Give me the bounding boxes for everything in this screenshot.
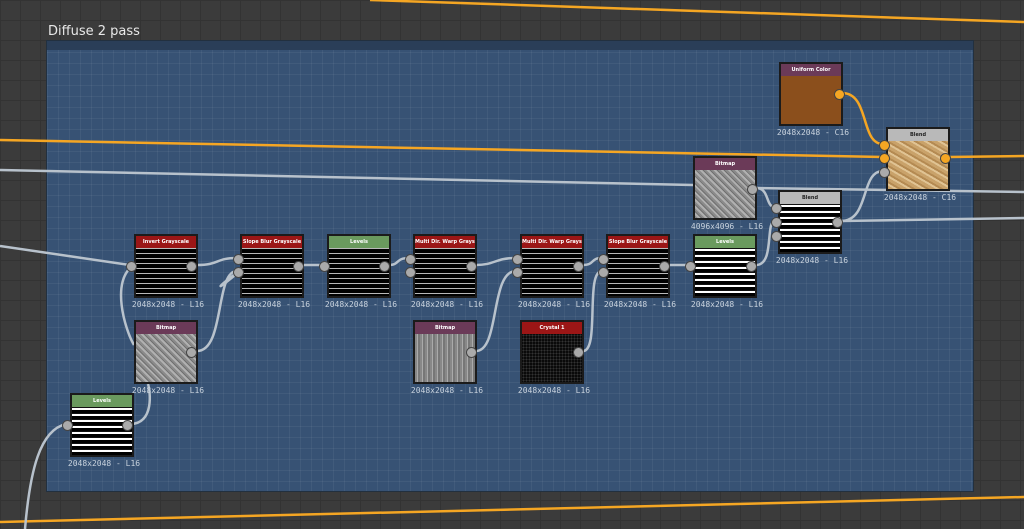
connector-port[interactable] [466, 261, 477, 272]
connector-port[interactable] [771, 217, 782, 228]
node-title: Blend [780, 192, 840, 204]
connector-port[interactable] [122, 420, 133, 431]
node-thumbnail [136, 334, 196, 382]
node-title: Bitmap [136, 322, 196, 334]
connector-port[interactable] [405, 254, 416, 265]
connector-port[interactable] [598, 254, 609, 265]
connector-port[interactable] [293, 261, 304, 272]
connector-port[interactable] [746, 261, 757, 272]
grayscale-wire[interactable] [196, 269, 238, 353]
node-title: Bitmap [415, 322, 475, 334]
node-title: Slope Blur Grayscale [242, 236, 302, 248]
node-resolution: 2048x2048 - L16 [131, 386, 205, 395]
node-resolution: 2048x2048 - L16 [603, 300, 677, 309]
grayscale-wire[interactable] [0, 244, 131, 267]
connector-port[interactable] [512, 254, 523, 265]
connector-port[interactable] [186, 347, 197, 358]
node-thumbnail [781, 76, 841, 124]
node-thumbnail [415, 248, 475, 296]
node-resolution: 2048x2048 - L16 [131, 300, 205, 309]
connector-port[interactable] [879, 140, 890, 151]
node-resolution: 2048x2048 - L16 [324, 300, 398, 309]
grayscale-wire[interactable] [582, 269, 603, 353]
connector-port[interactable] [832, 217, 843, 228]
node-title: Levels [72, 395, 132, 407]
connector-port[interactable] [233, 267, 244, 278]
grayscale-wire[interactable] [196, 256, 238, 267]
node-title: Bitmap [695, 158, 755, 170]
connector-port[interactable] [379, 261, 390, 272]
node-thumbnail [695, 248, 755, 296]
connector-port[interactable] [512, 267, 523, 278]
grayscale-wire[interactable] [0, 168, 694, 187]
node-resolution: 2048x2048 - L16 [237, 300, 311, 309]
color-wire[interactable] [369, 0, 1024, 24]
node-title: Multi Dir. Warp Grayscale [522, 236, 582, 248]
color-wire[interactable] [0, 495, 1024, 524]
connector-port[interactable] [126, 261, 137, 272]
connector-port[interactable] [659, 261, 670, 272]
node-thumbnail [72, 407, 132, 455]
connector-port[interactable] [233, 254, 244, 265]
node-title: Invert Grayscale [136, 236, 196, 248]
node-thumbnail [329, 248, 389, 296]
connector-port[interactable] [940, 153, 951, 164]
node-resolution: 2048x2048 - L16 [67, 459, 141, 468]
node-title: Uniform Color [781, 64, 841, 76]
node-thumbnail [415, 334, 475, 382]
connector-port[interactable] [879, 153, 890, 164]
node-thumbnail [608, 248, 668, 296]
node-thumbnail [888, 141, 948, 189]
connector-port[interactable] [834, 89, 845, 100]
node-resolution: 2048x2048 - L16 [775, 256, 849, 265]
color-wire[interactable] [0, 138, 884, 159]
node-title: Slope Blur Grayscale [608, 236, 668, 248]
color-wire[interactable] [948, 154, 1024, 159]
node-thumbnail [522, 248, 582, 296]
node-resolution: 4096x4096 - L16 [690, 222, 764, 231]
node-thumbnail [780, 204, 840, 252]
connector-port[interactable] [186, 261, 197, 272]
connector-port[interactable] [319, 261, 330, 272]
connector-port[interactable] [598, 267, 609, 278]
connector-port[interactable] [685, 261, 696, 272]
grayscale-wire[interactable] [23, 422, 67, 529]
node-title: Levels [329, 236, 389, 248]
connector-port[interactable] [573, 347, 584, 358]
node-thumbnail [695, 170, 755, 218]
connector-port[interactable] [466, 347, 477, 358]
grayscale-wire[interactable] [475, 256, 517, 267]
node-title: Levels [695, 236, 755, 248]
node-thumbnail [242, 248, 302, 296]
node-resolution: 2048x2048 - L16 [690, 300, 764, 309]
node-title: Multi Dir. Warp Grayscale [415, 236, 475, 248]
node-resolution: 2048x2048 - C16 [883, 193, 957, 202]
node-resolution: 2048x2048 - L16 [517, 300, 591, 309]
connector-port[interactable] [747, 184, 758, 195]
node-thumbnail [136, 248, 196, 296]
grayscale-wire[interactable] [475, 269, 517, 353]
node-title: Blend [888, 129, 948, 141]
connector-port[interactable] [879, 167, 890, 178]
connector-port[interactable] [62, 420, 73, 431]
connector-port[interactable] [771, 231, 782, 242]
node-resolution: 2048x2048 - L16 [410, 386, 484, 395]
node-resolution: 2048x2048 - C16 [776, 128, 850, 137]
node-title: Crystal 1 [522, 322, 582, 334]
connector-port[interactable] [771, 203, 782, 214]
node-resolution: 2048x2048 - L16 [410, 300, 484, 309]
connector-port[interactable] [573, 261, 584, 272]
node-thumbnail [522, 334, 582, 382]
node-resolution: 2048x2048 - L16 [517, 386, 591, 395]
grayscale-wire[interactable] [840, 216, 1024, 223]
connector-port[interactable] [405, 267, 416, 278]
